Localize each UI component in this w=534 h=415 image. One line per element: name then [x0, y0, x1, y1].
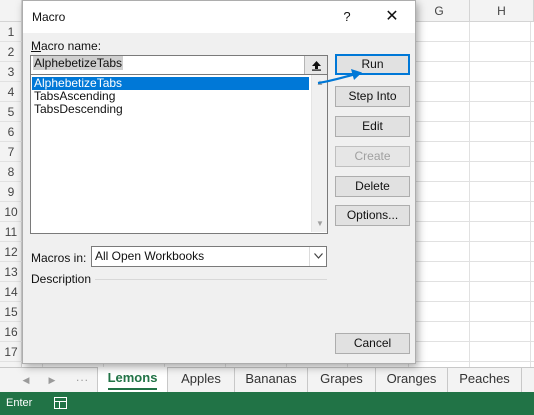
status-bar: Enter — [0, 392, 534, 415]
triangle-left-icon[interactable]: ◀ — [18, 372, 34, 388]
dialog-title: Macro — [32, 10, 66, 24]
options-button[interactable]: Options... — [335, 205, 410, 226]
chevron-down-glyph — [313, 253, 323, 259]
sheet-tab-lemons[interactable]: Lemons — [97, 367, 168, 392]
macro-name-input[interactable]: AlphebetizeTabs — [30, 55, 328, 75]
sheet-tab-oranges[interactable]: Oranges — [376, 368, 448, 392]
delete-button[interactable]: Delete — [335, 176, 410, 197]
row-header[interactable]: 16 — [0, 322, 22, 342]
sheet-tab-bananas[interactable]: Bananas — [235, 368, 308, 392]
column-header-g[interactable]: G — [409, 0, 470, 22]
run-button[interactable]: Run — [335, 54, 410, 75]
more-tabs-icon[interactable]: ... — [76, 370, 89, 384]
row-header[interactable]: 13 — [0, 262, 22, 282]
dialog-title-bar[interactable]: Macro ? ✕ — [23, 1, 415, 33]
macro-name-label: Macro name: — [31, 39, 102, 53]
row-header[interactable]: 6 — [0, 122, 22, 142]
scroll-up-icon[interactable]: ▲ — [312, 75, 328, 91]
sheet-tab-peaches[interactable]: Peaches — [448, 368, 522, 392]
row-header[interactable]: 3 — [0, 62, 22, 82]
collapse-dialog-button[interactable] — [304, 56, 327, 74]
row-header[interactable]: 14 — [0, 282, 22, 302]
row-header[interactable]: 7 — [0, 142, 22, 162]
row-header[interactable]: 15 — [0, 302, 22, 322]
description-label: Description — [31, 272, 92, 286]
arrow-up-icon — [311, 60, 321, 71]
row-header[interactable]: 17 — [0, 342, 22, 362]
edit-button[interactable]: Edit — [335, 116, 410, 137]
row-headers: 1 2 3 4 5 6 7 8 9 10 11 12 13 14 15 16 1… — [0, 22, 22, 367]
help-button[interactable]: ? — [335, 5, 359, 29]
cancel-button[interactable]: Cancel — [335, 333, 410, 354]
row-header[interactable]: 1 — [0, 22, 22, 42]
macro-name-value: AlphebetizeTabs — [33, 56, 124, 70]
select-all-corner[interactable] — [0, 0, 22, 22]
row-header[interactable]: 8 — [0, 162, 22, 182]
row-header[interactable]: 5 — [0, 102, 22, 122]
column-header-h[interactable]: H — [470, 0, 534, 22]
close-icon[interactable]: ✕ — [379, 5, 405, 29]
step-into-button[interactable]: Step Into — [335, 86, 410, 107]
sheet-tab-grapes[interactable]: Grapes — [308, 368, 376, 392]
macros-in-value: All Open Workbooks — [95, 249, 205, 263]
sheet-view-icon[interactable] — [54, 397, 67, 409]
scroll-down-icon[interactable]: ▼ — [312, 216, 328, 232]
list-item[interactable]: TabsDescending — [32, 103, 309, 116]
row-header[interactable]: 11 — [0, 222, 22, 242]
sheet-tabs-bar: ◀ ▶ ... Lemons Apples Bananas Grapes Ora… — [0, 367, 534, 392]
row-header[interactable]: 12 — [0, 242, 22, 262]
row-header[interactable]: 4 — [0, 82, 22, 102]
create-button: Create — [335, 146, 410, 167]
row-header[interactable]: 2 — [0, 42, 22, 62]
list-scrollbar[interactable]: ▲ ▼ — [311, 75, 327, 232]
sheet-tab-apples[interactable]: Apples — [168, 368, 235, 392]
status-mode: Enter — [6, 397, 33, 409]
macros-in-label: Macros in: — [31, 251, 87, 265]
macro-list[interactable]: AlphebetizeTabs TabsAscending TabsDescen… — [30, 75, 328, 234]
description-divider — [95, 279, 327, 280]
row-header[interactable]: 10 — [0, 202, 22, 222]
triangle-right-icon[interactable]: ▶ — [44, 372, 60, 388]
macros-in-select[interactable]: All Open Workbooks — [91, 246, 327, 267]
macro-dialog: Macro ? ✕ Macro name: AlphebetizeTabs Al… — [22, 0, 416, 364]
chevron-down-icon[interactable] — [309, 247, 326, 266]
row-header[interactable]: 9 — [0, 182, 22, 202]
